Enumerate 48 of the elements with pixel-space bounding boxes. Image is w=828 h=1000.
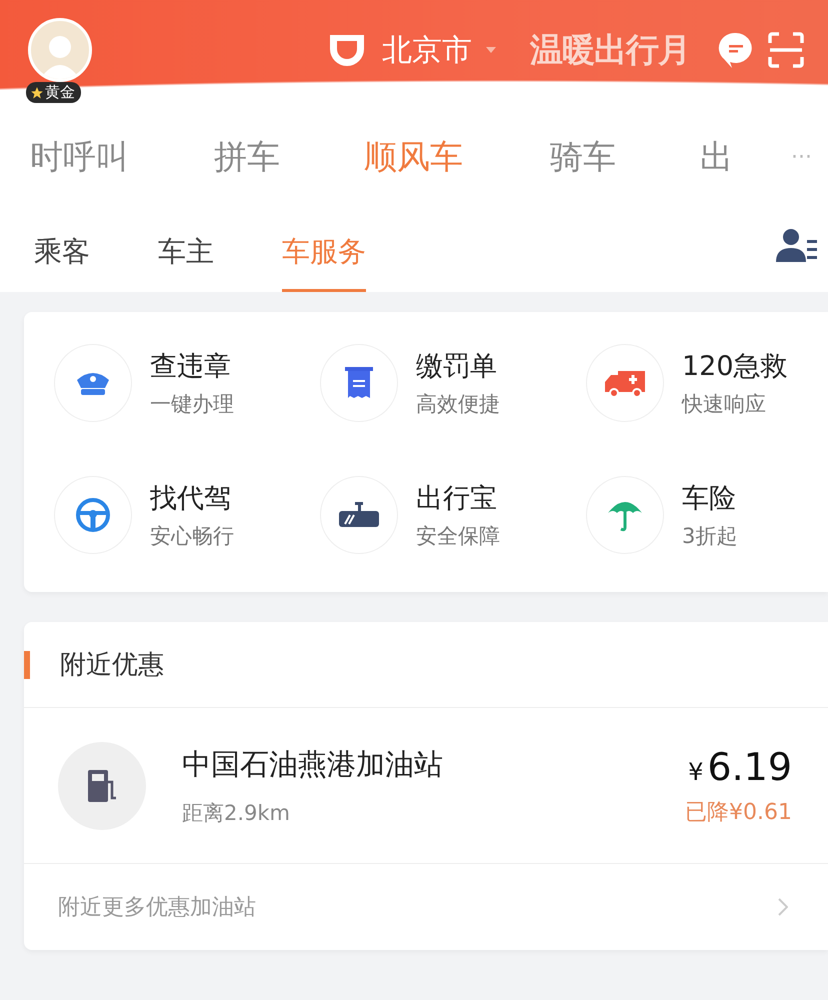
city-selector[interactable]: 北京市	[382, 30, 472, 70]
service-subtitle: 高效便捷	[416, 391, 500, 418]
service-subtitle: 一键办理	[150, 391, 234, 418]
sub-tab[interactable]: 车服务	[282, 233, 366, 292]
service-subtitle: 3折起	[682, 523, 738, 550]
section-title: 附近优惠	[60, 649, 164, 682]
scan-icon[interactable]	[768, 32, 804, 68]
ambulance-icon	[603, 368, 647, 398]
nav-tab[interactable]: 出	[700, 134, 790, 180]
service-subtitle: 安全保障	[416, 523, 500, 550]
service-icon-button[interactable]	[54, 344, 132, 422]
service-icon-button[interactable]	[54, 476, 132, 554]
service-title[interactable]: 车险	[682, 480, 738, 516]
fuel-pump-icon	[86, 768, 118, 804]
star-icon	[30, 86, 44, 100]
service-subtitle: 快速响应	[682, 391, 767, 418]
more-button[interactable]: ···	[791, 144, 812, 170]
nav-tab[interactable]: 拼车	[214, 134, 364, 180]
service-icon-button[interactable]	[320, 476, 398, 554]
station-name: 中国石油燕港加油站	[182, 746, 443, 782]
service-title[interactable]: 查违章	[150, 348, 234, 384]
service-icon-button[interactable]	[320, 344, 398, 422]
service-title[interactable]: 120急救	[682, 348, 788, 384]
member-badge: 黄金	[26, 82, 81, 103]
contacts-icon[interactable]	[776, 228, 818, 264]
campaign-slogan[interactable]: 温暖出行月	[530, 28, 690, 72]
chevron-right-icon	[778, 898, 788, 916]
accent-bar	[24, 650, 30, 678]
service-title[interactable]: 出行宝	[416, 480, 500, 516]
station-row[interactable]: 中国石油燕港加油站 距离2.9km ¥6.19 已降¥0.61	[24, 708, 828, 864]
dashcam-icon	[337, 501, 381, 529]
price-drop: 已降¥0.61	[685, 798, 792, 826]
fuel-price: 6.19	[707, 744, 792, 788]
message-icon[interactable]	[718, 31, 754, 69]
nav-tab[interactable]: 顺风车	[364, 134, 550, 180]
currency-symbol: ¥	[688, 758, 704, 786]
sub-tab[interactable]: 车主	[158, 233, 214, 292]
caret-icon[interactable]	[486, 47, 496, 53]
more-stations-link[interactable]: 附近更多优惠加油站	[24, 864, 828, 950]
station-distance: 距离2.9km	[182, 800, 292, 826]
steering-wheel-icon	[75, 497, 111, 533]
service-title[interactable]: 找代驾	[150, 480, 234, 516]
sub-tab[interactable]: 乘客	[34, 233, 90, 292]
nav-tab[interactable]: 时呼叫	[30, 134, 214, 180]
receipt-icon	[344, 366, 374, 400]
service-title[interactable]: 缴罚单	[416, 348, 500, 384]
nav-tab[interactable]: 骑车	[550, 134, 700, 180]
service-subtitle: 安心畅行	[150, 523, 234, 550]
